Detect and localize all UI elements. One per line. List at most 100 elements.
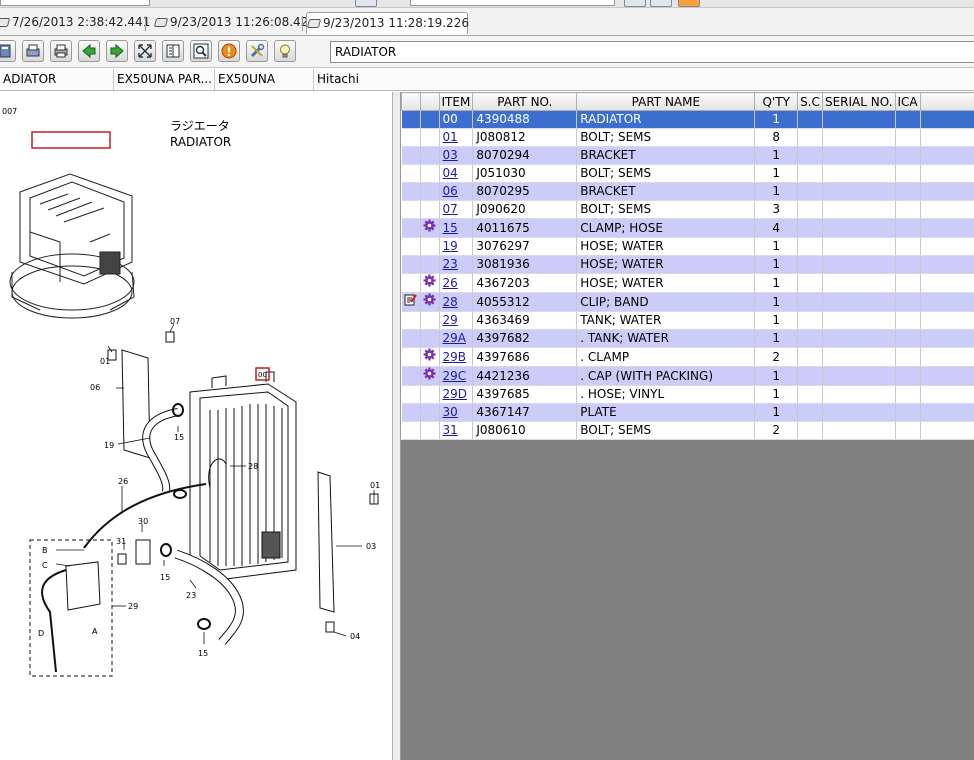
note-cell[interactable] xyxy=(401,273,421,293)
gear-cell[interactable] xyxy=(420,329,440,348)
gear-cell[interactable] xyxy=(420,403,440,422)
table-row[interactable]: 03 8070294 BRACKET 1 xyxy=(401,146,974,165)
note-cell[interactable] xyxy=(401,218,421,238)
title-field[interactable]: RADIATOR xyxy=(330,41,974,63)
top-field-left[interactable] xyxy=(0,0,150,6)
gear-cell[interactable] xyxy=(420,237,440,256)
note-cell[interactable] xyxy=(401,292,421,312)
item-cell[interactable]: 29 xyxy=(439,311,474,330)
col-serial-no[interactable]: SERIAL NO. xyxy=(821,92,896,111)
item-cell[interactable]: 15 xyxy=(439,218,474,238)
item-cell[interactable]: 01 xyxy=(439,128,474,147)
col-part-name[interactable]: PART NAME xyxy=(576,92,756,111)
table-row[interactable]: 06 8070295 BRACKET 1 xyxy=(401,182,974,201)
col-part-no[interactable]: PART NO. xyxy=(472,92,578,111)
gear-cell[interactable] xyxy=(420,292,440,312)
panel-splitter[interactable] xyxy=(392,92,401,760)
table-row[interactable]: 04 J051030 BOLT; SEMS 1 xyxy=(401,164,974,183)
item-link[interactable]: 01 xyxy=(443,130,458,144)
item-cell[interactable]: 04 xyxy=(439,164,474,183)
col-flag[interactable] xyxy=(419,92,440,111)
gear-cell[interactable] xyxy=(420,421,440,440)
col-item[interactable]: ITEM xyxy=(438,92,474,111)
table-row[interactable]: 00 4390488 RADIATOR 1 xyxy=(401,110,974,129)
gear-cell[interactable] xyxy=(420,146,440,165)
note-cell[interactable] xyxy=(401,403,421,422)
tab-session-1[interactable]: 7/26/2013 2:38:42.441 xyxy=(0,12,150,34)
item-link[interactable]: 23 xyxy=(443,257,458,271)
item-link[interactable]: 19 xyxy=(443,239,458,253)
item-link[interactable]: 26 xyxy=(443,276,458,290)
item-cell[interactable]: 28 xyxy=(439,292,474,312)
note-cell[interactable] xyxy=(401,385,421,404)
item-cell[interactable]: 07 xyxy=(439,200,474,219)
item-link[interactable]: 29C xyxy=(443,369,467,383)
note-cell[interactable] xyxy=(401,329,421,348)
item-cell[interactable]: 31 xyxy=(439,421,474,440)
tools-icon[interactable] xyxy=(246,40,268,62)
item-cell[interactable]: 29D xyxy=(439,385,474,404)
note-cell[interactable] xyxy=(401,311,421,330)
note-edit-icon[interactable] xyxy=(404,293,417,311)
gear-cell[interactable] xyxy=(420,385,440,404)
item-cell[interactable]: 29C xyxy=(439,366,474,386)
table-row[interactable]: 15 4011675 CLAMP; HOSE 4 xyxy=(401,218,974,238)
note-cell[interactable] xyxy=(401,182,421,201)
table-row[interactable]: 28 4055312 CLIP; BAND 1 xyxy=(401,292,974,312)
col-sc[interactable]: S.C xyxy=(796,92,823,111)
arrow-forward-icon[interactable] xyxy=(106,40,128,62)
top-back-button[interactable] xyxy=(355,0,377,7)
info-alert-icon[interactable] xyxy=(218,40,240,62)
gear-cell[interactable] xyxy=(420,347,440,367)
table-row[interactable]: 19 3076297 HOSE; WATER 1 xyxy=(401,237,974,256)
item-link[interactable]: 31 xyxy=(443,423,458,437)
table-row[interactable]: 29B 4397686. CLAMP 2 xyxy=(401,347,974,367)
top-field-right[interactable] xyxy=(410,0,615,6)
item-cell[interactable]: 26 xyxy=(439,273,474,293)
gear-cell[interactable] xyxy=(420,128,440,147)
note-cell[interactable] xyxy=(401,421,421,440)
print-icon[interactable] xyxy=(50,40,72,62)
gear-cell[interactable] xyxy=(420,110,440,129)
gear-cell[interactable] xyxy=(420,311,440,330)
table-row[interactable]: 23 3081936 HOSE; WATER 1 xyxy=(401,255,974,274)
parts-diagram-panel[interactable]: 007 ラジエータ RADIATOR 01 07 06 19 15 28 26 … xyxy=(0,92,392,760)
note-cell[interactable] xyxy=(401,146,421,165)
note-cell[interactable] xyxy=(401,128,421,147)
top-nav-button-2[interactable] xyxy=(650,0,672,7)
zoom-icon[interactable] xyxy=(190,40,212,62)
book-icon[interactable] xyxy=(0,40,16,62)
gear-icon[interactable] xyxy=(423,293,436,311)
table-row[interactable]: 29 4363469 TANK; WATER 1 xyxy=(401,311,974,330)
item-link[interactable]: 03 xyxy=(443,148,458,162)
note-cell[interactable] xyxy=(401,110,421,129)
gear-icon[interactable] xyxy=(423,348,436,366)
table-row[interactable]: 29C 4421236. CAP (WITH PACKING) 1 xyxy=(401,366,974,386)
gear-cell[interactable] xyxy=(420,255,440,274)
top-nav-button-1[interactable] xyxy=(624,0,646,7)
item-cell[interactable]: 00 xyxy=(439,110,474,129)
table-row[interactable]: 29A 4397682. TANK; WATER 1 xyxy=(401,329,974,348)
note-cell[interactable] xyxy=(401,255,421,274)
printer-preview-icon[interactable] xyxy=(22,40,44,62)
note-cell[interactable] xyxy=(401,164,421,183)
list-view-icon[interactable] xyxy=(162,40,184,62)
item-link[interactable]: 30 xyxy=(443,405,458,419)
gear-cell[interactable] xyxy=(420,366,440,386)
item-link[interactable]: 29B xyxy=(443,350,467,364)
gear-cell[interactable] xyxy=(420,182,440,201)
item-cell[interactable]: 23 xyxy=(439,255,474,274)
note-cell[interactable] xyxy=(401,237,421,256)
item-link[interactable]: 29D xyxy=(443,387,468,401)
table-row[interactable]: 26 4367203 HOSE; WATER 1 xyxy=(401,273,974,293)
item-link[interactable]: 29 xyxy=(443,313,458,327)
note-cell[interactable] xyxy=(401,366,421,386)
item-link[interactable]: 15 xyxy=(443,221,458,235)
item-link[interactable]: 28 xyxy=(443,295,458,309)
item-cell[interactable]: 19 xyxy=(439,237,474,256)
item-cell[interactable]: 29A xyxy=(439,329,474,348)
arrow-back-icon[interactable] xyxy=(78,40,100,62)
note-cell[interactable] xyxy=(401,200,421,219)
col-ica[interactable]: ICA xyxy=(894,92,921,111)
note-cell[interactable] xyxy=(401,347,421,367)
